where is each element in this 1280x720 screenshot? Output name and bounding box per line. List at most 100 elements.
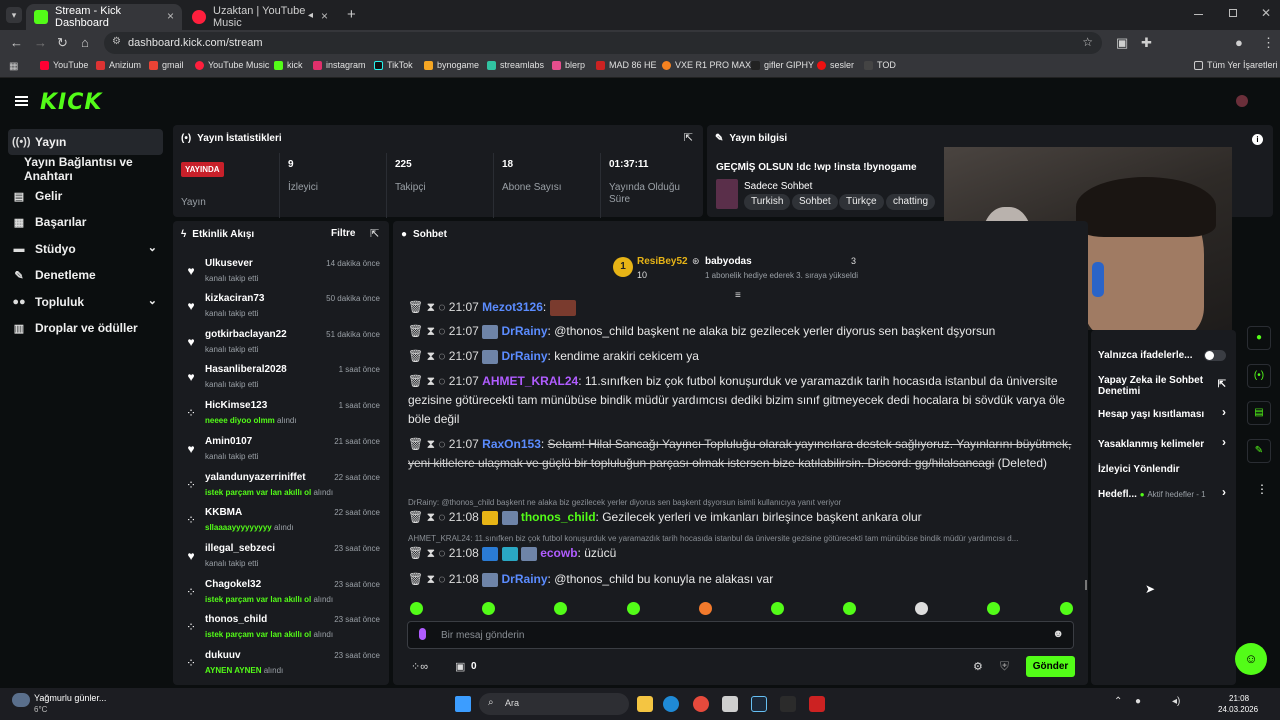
emote-button[interactable] xyxy=(1060,602,1073,615)
menu-dots-icon[interactable]: ⋮ xyxy=(1262,35,1275,51)
activity-user[interactable]: illegal_sebzeci xyxy=(205,543,275,554)
top-gifter[interactable]: ResiBey52 xyxy=(637,256,688,267)
weather-icon[interactable] xyxy=(12,693,30,707)
category-name[interactable]: Sadece Sohbet xyxy=(744,181,812,192)
chat-scrollbar[interactable] xyxy=(1085,580,1087,590)
steam-icon[interactable] xyxy=(751,696,767,712)
all-bookmarks[interactable]: Tüm Yer İşaretleri xyxy=(1194,60,1278,70)
emote-button[interactable] xyxy=(482,602,495,615)
message-user[interactable]: ecowb xyxy=(540,546,577,560)
speaker-icon[interactable]: ◂ xyxy=(308,10,313,21)
emote-button[interactable] xyxy=(987,602,1000,615)
bookmark-tiktok[interactable]: TikTok xyxy=(374,60,413,70)
info-toggle-button[interactable]: ▤ xyxy=(1247,401,1271,425)
bookmark-sesler[interactable]: sesler xyxy=(817,60,854,70)
emote-button[interactable] xyxy=(699,602,712,615)
bookmark-giphy[interactable]: gifler GIPHY xyxy=(751,60,814,70)
channel-points-icon[interactable]: ⁘∞ xyxy=(411,660,428,673)
minimize-icon[interactable] xyxy=(1194,14,1203,15)
activity-user[interactable]: yalandunyazerriniffet xyxy=(205,472,306,483)
taskbar-search[interactable]: ⌕ Ara xyxy=(479,693,629,715)
chat-toggle-button[interactable]: ● xyxy=(1247,326,1271,350)
emoji-icon[interactable]: ☻ xyxy=(1052,628,1064,640)
start-button[interactable] xyxy=(455,696,471,712)
tag[interactable]: chatting xyxy=(886,194,936,210)
tab-kick-dashboard[interactable]: Stream - Kick Dashboard × xyxy=(26,4,182,30)
bookmark-instagram[interactable]: instagram xyxy=(313,60,366,70)
message-user[interactable]: RaxOn153 xyxy=(482,437,541,451)
reply-context[interactable]: AHMET_KRAL24: 11.sınıfken biz çok futbol… xyxy=(408,534,1076,543)
bookmark-blerp[interactable]: blerp xyxy=(552,60,585,70)
emote-button[interactable] xyxy=(843,602,856,615)
mic-icon[interactable] xyxy=(419,628,426,640)
emote-button[interactable] xyxy=(771,602,784,615)
kick-logo[interactable]: KICK xyxy=(40,90,102,115)
bookmark-youtube[interactable]: YouTube xyxy=(40,60,88,70)
hamburger-menu-icon[interactable] xyxy=(15,96,28,106)
new-tab-button[interactable]: + xyxy=(347,6,356,23)
tag[interactable]: Türkçe xyxy=(839,194,884,210)
toggle-switch[interactable] xyxy=(1204,350,1226,361)
sidebar-item-denetleme[interactable]: ✎ Denetleme xyxy=(8,262,163,288)
back-icon[interactable]: ← xyxy=(10,35,23,50)
tab-youtube-music[interactable]: Uzaktan | YouTube Music ◂ × xyxy=(184,4,336,30)
message-actions-icon[interactable]: 🗑 ⧗ ◌ xyxy=(408,300,449,314)
bookmark-anizium[interactable]: Anizium xyxy=(96,60,141,70)
activity-user[interactable]: Amin0107 xyxy=(205,436,252,447)
activity-user[interactable]: kizkaciran73 xyxy=(205,293,265,304)
activity-user[interactable]: Chagokel32 xyxy=(205,579,261,590)
emote-button[interactable] xyxy=(554,602,567,615)
message-user[interactable]: DrRainy xyxy=(502,349,548,363)
bookmark-kick[interactable]: kick xyxy=(274,60,303,70)
message-actions-icon[interactable]: 🗑 ⧗ ◌ xyxy=(408,324,449,338)
message-user[interactable]: Mezot3126 xyxy=(482,300,543,314)
tag[interactable]: Sohbet xyxy=(792,194,838,210)
emote-button[interactable] xyxy=(627,602,640,615)
obs-icon[interactable] xyxy=(809,696,825,712)
sidebar-item-droplar[interactable]: ▥ Droplar ve ödüller xyxy=(8,315,163,341)
sidebar-item-gelir[interactable]: ▤ Gelir xyxy=(8,183,163,209)
close-window-icon[interactable]: ✕ xyxy=(1261,6,1271,20)
gifter-name[interactable]: babyodas xyxy=(705,256,752,267)
chat-input[interactable]: Bir mesaj gönderin ☻ xyxy=(407,621,1074,649)
message-user[interactable]: DrRainy xyxy=(502,572,548,586)
activity-user[interactable]: Hasanliberal2028 xyxy=(205,364,287,375)
mod-row[interactable]: Yalnızca ifadelerle... xyxy=(1098,350,1230,361)
activity-user[interactable]: Ulkusever xyxy=(205,258,253,269)
support-chat-button[interactable]: ☺ xyxy=(1235,643,1267,675)
file-explorer-icon[interactable] xyxy=(637,696,653,712)
tray-chevron-icon[interactable]: ⌃ xyxy=(1114,696,1122,707)
reply-context[interactable]: DrRainy: @thonos_child başkent ne alaka … xyxy=(408,498,1076,507)
popout-icon[interactable]: ⇱ xyxy=(684,131,693,144)
activity-user[interactable]: gotkirbaclayan22 xyxy=(205,329,287,340)
mod-row[interactable]: Yasaklanmış kelimeler › xyxy=(1098,436,1230,450)
message-actions-icon[interactable]: 🗑 ⧗ ◌ xyxy=(408,572,449,586)
message-user[interactable]: thonos_child xyxy=(521,510,596,524)
mod-row[interactable]: Hesap yaşı kısıtlaması › xyxy=(1098,406,1230,420)
message-actions-icon[interactable]: 🗑 ⧗ ◌ xyxy=(408,349,449,363)
popout-icon[interactable]: ⇱ xyxy=(370,227,379,240)
reload-icon[interactable]: ↻ xyxy=(57,35,68,51)
sidebar-item-basarilar[interactable]: ▦ Başarılar xyxy=(8,209,163,235)
mod-row[interactable]: Yapay Zeka ile Sohbet Denetimi ⇱ xyxy=(1098,375,1230,397)
extension-icon[interactable]: ▣ xyxy=(1116,35,1128,51)
message-actions-icon[interactable]: 🗑 ⧗ ◌ xyxy=(408,374,449,388)
message-actions-icon[interactable]: 🗑 ⧗ ◌ xyxy=(408,510,449,524)
close-tab-icon[interactable]: × xyxy=(321,9,328,23)
sidebar-item-topluluk[interactable]: ●● Topluluk ⌄ xyxy=(8,289,163,315)
bookmark-vxe[interactable]: VXE R1 PRO MAX xyxy=(662,60,751,70)
store-icon[interactable] xyxy=(722,696,738,712)
profile-icon[interactable]: ● xyxy=(1235,35,1243,50)
tray-mic-icon[interactable]: ● xyxy=(1135,696,1141,707)
emote-button[interactable] xyxy=(410,602,423,615)
message-user[interactable]: DrRainy xyxy=(502,324,548,338)
tray-volume-icon[interactable]: ◂) xyxy=(1172,696,1180,707)
mod-shield-icon[interactable]: ⛨ xyxy=(1000,659,1009,674)
maximize-icon[interactable] xyxy=(1229,9,1237,17)
bookmark-youtube-music[interactable]: YouTube Music xyxy=(195,60,269,70)
sidebar-item-yayin[interactable]: ((•)) Yayın xyxy=(8,129,163,155)
send-button[interactable]: Gönder xyxy=(1026,656,1075,677)
epic-games-icon[interactable] xyxy=(780,696,796,712)
activity-user[interactable]: thonos_child xyxy=(205,614,267,625)
home-icon[interactable]: ⌂ xyxy=(81,35,89,50)
